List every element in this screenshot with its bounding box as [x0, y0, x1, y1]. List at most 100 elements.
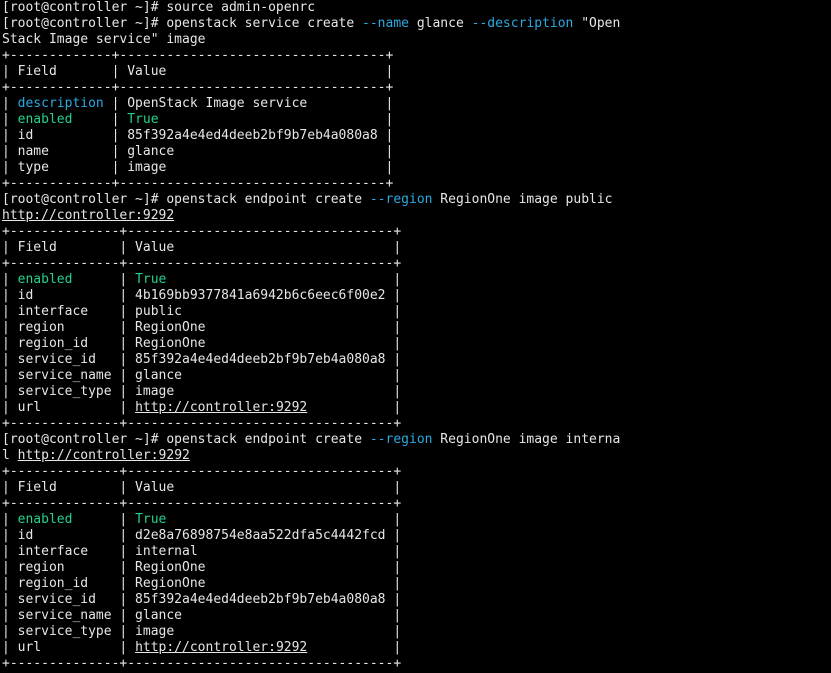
terminal-text: --region: [369, 192, 433, 207]
terminal-text: +--------------+------------------------…: [2, 496, 402, 511]
terminal-line: | service_name | glance |: [2, 608, 828, 624]
terminal-line: | id | 85f392a4e4ed4deeb2bf9b7eb4a080a8 …: [2, 128, 828, 144]
terminal-text: |: [166, 272, 402, 287]
terminal-text: |: [2, 272, 18, 287]
terminal-text: [root@controller ~]# openstack endpoint …: [2, 192, 370, 207]
terminal-text: | OpenStack Image service |: [103, 96, 394, 111]
terminal-text: True: [127, 112, 159, 127]
terminal-text: | Field | Value |: [2, 240, 402, 255]
url-link[interactable]: http://controller:9292: [2, 208, 174, 223]
terminal-line: | url | http://controller:9292 |: [2, 400, 828, 416]
terminal-line: +-------------+-------------------------…: [2, 80, 828, 96]
terminal-line: [root@controller ~]# openstack endpoint …: [2, 192, 828, 208]
terminal-text: True: [135, 512, 167, 527]
terminal-line: +--------------+------------------------…: [2, 656, 828, 672]
url-link[interactable]: http://controller:9292: [18, 448, 190, 463]
terminal-line: | region | RegionOne |: [2, 560, 828, 576]
terminal-text: | id | 4b169bb9377841a6942b6c6eec6f00e2 …: [2, 288, 402, 303]
terminal-text: | region | RegionOne |: [2, 320, 402, 335]
terminal-text: | region_id | RegionOne |: [2, 576, 402, 591]
terminal-text: +-------------+-------------------------…: [2, 176, 394, 191]
terminal-text: |: [2, 512, 18, 527]
terminal-text: | region | RegionOne |: [2, 560, 402, 575]
terminal-text: | Field | Value |: [2, 64, 394, 79]
terminal-text: "Open: [573, 16, 621, 31]
terminal-text: enabled: [17, 512, 73, 527]
terminal-line: +--------------+------------------------…: [2, 464, 828, 480]
terminal-text: | type | image |: [2, 160, 394, 175]
terminal-line: | url | http://controller:9292 |: [2, 640, 828, 656]
terminal-line: | name | glance |: [2, 144, 828, 160]
terminal-text: --name: [362, 16, 409, 31]
terminal-line: | id | d2e8a76898754e8aa522dfa5c4442fcd …: [2, 528, 828, 544]
terminal-text: |: [2, 112, 18, 127]
terminal-text: glance: [409, 16, 472, 31]
terminal-text: | service_name | glance |: [2, 368, 402, 383]
terminal-text: | Field | Value |: [2, 480, 402, 495]
terminal-text: +-------------+-------------------------…: [2, 48, 394, 63]
terminal-output[interactable]: [root@controller ~]# source admin-openrc…: [2, 0, 828, 673]
terminal-text: | id | d2e8a76898754e8aa522dfa5c4442fcd …: [2, 528, 402, 543]
terminal-text: RegionOne image interna: [432, 432, 621, 447]
terminal-text: |: [72, 272, 136, 287]
terminal-text: +--------------+------------------------…: [2, 656, 402, 671]
terminal-line: | service_id | 85f392a4e4ed4deeb2bf9b7eb…: [2, 592, 828, 608]
terminal-line: | region | RegionOne |: [2, 320, 828, 336]
terminal-text: [root@controller ~]# openstack service c…: [2, 16, 363, 31]
terminal-line: | Field | Value |: [2, 64, 828, 80]
terminal-text: +--------------+------------------------…: [2, 416, 402, 431]
terminal-line: | service_id | 85f392a4e4ed4deeb2bf9b7eb…: [2, 352, 828, 368]
terminal-text: True: [135, 272, 167, 287]
terminal-text: [root@controller ~]# source admin-openrc: [2, 0, 316, 15]
terminal-line: http://controller:9292: [2, 208, 828, 224]
terminal-text: | service_id | 85f392a4e4ed4deeb2bf9b7eb…: [2, 352, 402, 367]
terminal-text: +--------------+------------------------…: [2, 256, 402, 271]
terminal-text: |: [307, 400, 402, 415]
terminal-text: description: [17, 96, 104, 111]
terminal-text: | service_type | image |: [2, 384, 402, 399]
terminal-line: | enabled | True |: [2, 112, 828, 128]
terminal-line: | Field | Value |: [2, 240, 828, 256]
terminal-text: l: [2, 448, 18, 463]
terminal-text: | interface | public |: [2, 304, 402, 319]
terminal-text: | service_type | image |: [2, 624, 402, 639]
terminal-text: RegionOne image public: [432, 192, 613, 207]
terminal-text: --region: [369, 432, 433, 447]
terminal-line: +--------------+------------------------…: [2, 256, 828, 272]
terminal-line: +-------------+-------------------------…: [2, 176, 828, 192]
terminal-line: | description | OpenStack Image service …: [2, 96, 828, 112]
terminal-text: | interface | internal |: [2, 544, 402, 559]
terminal-line: | Field | Value |: [2, 480, 828, 496]
terminal-line: | enabled | True |: [2, 512, 828, 528]
terminal-line: | id | 4b169bb9377841a6942b6c6eec6f00e2 …: [2, 288, 828, 304]
terminal-line: +--------------+------------------------…: [2, 224, 828, 240]
terminal-text: | service_id | 85f392a4e4ed4deeb2bf9b7eb…: [2, 592, 402, 607]
terminal-line: | region_id | RegionOne |: [2, 336, 828, 352]
terminal-line: | interface | public |: [2, 304, 828, 320]
terminal-text: +-------------+-------------------------…: [2, 80, 394, 95]
terminal-line: | interface | internal |: [2, 544, 828, 560]
terminal-text: |: [72, 512, 136, 527]
terminal-text: | id | 85f392a4e4ed4deeb2bf9b7eb4a080a8 …: [2, 128, 394, 143]
terminal-text: | service_name | glance |: [2, 608, 402, 623]
url-link[interactable]: http://controller:9292: [135, 640, 307, 655]
terminal-line: [root@controller ~]# openstack endpoint …: [2, 432, 828, 448]
terminal-text: |: [166, 512, 402, 527]
terminal-line: | type | image |: [2, 160, 828, 176]
terminal-line: | service_name | glance |: [2, 368, 828, 384]
terminal-text: |: [307, 640, 402, 655]
terminal-line: +--------------+------------------------…: [2, 496, 828, 512]
url-link[interactable]: http://controller:9292: [135, 400, 307, 415]
terminal-text: [root@controller ~]# openstack endpoint …: [2, 432, 370, 447]
terminal-text: +--------------+------------------------…: [2, 224, 402, 239]
terminal-text: | url |: [2, 640, 136, 655]
terminal-text: | region_id | RegionOne |: [2, 336, 402, 351]
terminal-text: +--------------+------------------------…: [2, 464, 402, 479]
terminal-text: |: [72, 112, 128, 127]
terminal-line: | enabled | True |: [2, 272, 828, 288]
terminal-text: |: [158, 112, 394, 127]
terminal-text: --description: [471, 16, 574, 31]
terminal-line: | service_type | image |: [2, 624, 828, 640]
terminal-text: Stack Image service" image: [2, 32, 206, 47]
terminal-text: enabled: [17, 272, 73, 287]
